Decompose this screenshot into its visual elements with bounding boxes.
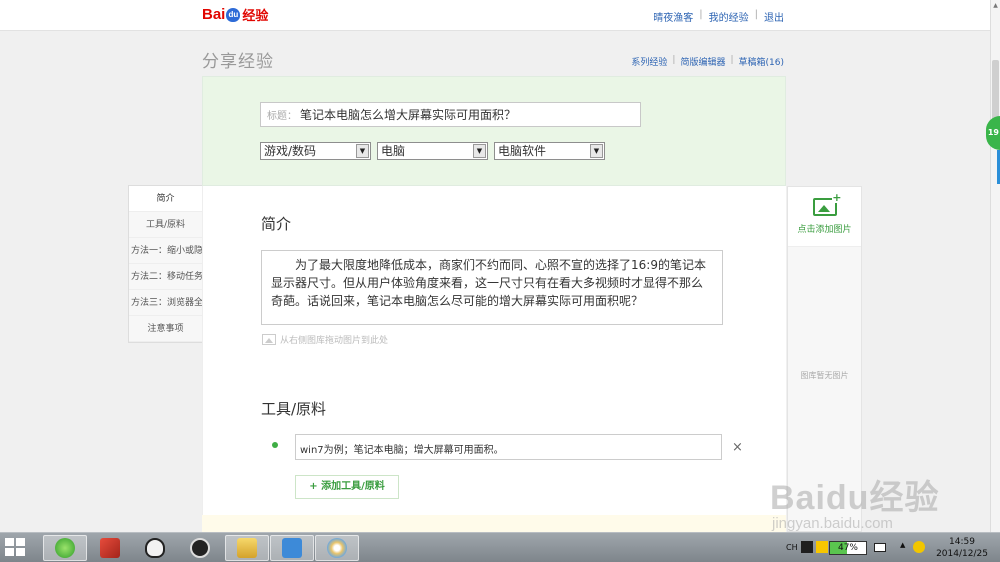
nav-item-notes[interactable]: 注意事项: [129, 316, 202, 342]
show-hidden-icons-icon[interactable]: ▲: [900, 541, 912, 553]
start-button[interactable]: [5, 538, 27, 558]
nav-item-method-2[interactable]: 方法二：移动任务: [129, 264, 202, 290]
mail-icon: [282, 538, 302, 558]
section-nav: 简介 工具/原料 方法一：缩小或隐 方法二：移动任务 方法三：浏览器全 注意事项: [128, 185, 202, 343]
user-links: 晴夜渔客 | 我的经验 | 退出: [653, 9, 784, 24]
dropdown-arrow-icon: ▼: [590, 144, 603, 158]
divider: |: [730, 55, 734, 65]
battery-percent: 47%: [837, 543, 858, 553]
alien-icon: [190, 538, 210, 558]
divider: |: [672, 55, 676, 65]
intro-heading: 简介: [261, 215, 292, 233]
watermark: Baidu经验 jingyan.baidu.com: [770, 470, 939, 532]
intro-textarea[interactable]: 为了最大限度地降低成本，商家们不约而同、心照不宣的选择了16:9的笔记本显示器尺…: [261, 250, 723, 325]
series-jingyan-link[interactable]: 系列经验: [631, 55, 667, 68]
divider: |: [754, 9, 758, 20]
logo-jingyan: 经验: [242, 8, 269, 23]
logo-bai: Bai: [202, 6, 226, 23]
top-bar: Bai du 经验 晴夜渔客 | 我的经验 | 退出: [0, 0, 990, 31]
side-badge[interactable]: 19: [986, 116, 1000, 150]
divider: |: [699, 9, 703, 20]
drag-image-tip: 从右侧图库拖动图片到此处: [262, 333, 388, 346]
select-value: 电脑: [381, 144, 406, 158]
windows-logo-icon: [16, 548, 25, 556]
paint-icon: [327, 538, 347, 558]
drag-tip-text: 从右侧图库拖动图片到此处: [280, 336, 389, 346]
scroll-up-icon[interactable]: ▲: [992, 2, 999, 10]
input-language[interactable]: CH: [786, 543, 798, 552]
nav-item-tools[interactable]: 工具/原料: [129, 212, 202, 238]
folder-icon: [237, 538, 257, 558]
simple-editor-link[interactable]: 简版编辑器: [680, 55, 725, 68]
network-icon[interactable]: [913, 541, 925, 553]
add-tool-button[interactable]: + 添加工具/原料: [295, 475, 399, 499]
taskbar-app-mail[interactable]: [270, 535, 314, 561]
scrollbar-thumb[interactable]: [992, 60, 999, 120]
nav-item-intro[interactable]: 简介: [129, 186, 202, 212]
windows-logo-icon: [5, 548, 14, 556]
editor-panel: [202, 186, 786, 526]
title-input[interactable]: 标题： 笔记本电脑怎么增大屏幕实际可用面积？: [260, 102, 641, 127]
select-value: 电脑软件: [498, 144, 547, 158]
tray-app-icon[interactable]: [801, 541, 813, 553]
battery-icon[interactable]: [874, 543, 886, 552]
plus-icon: +: [832, 191, 842, 204]
browser-icon: [55, 538, 75, 558]
category-select-1[interactable]: 游戏/数码 ▼: [260, 142, 371, 160]
bullet-dot-icon: [272, 442, 278, 448]
username-link[interactable]: 晴夜渔客: [653, 9, 693, 24]
clock-time: 14:59: [949, 537, 975, 547]
my-jingyan-link[interactable]: 我的经验: [709, 9, 749, 24]
taskbar-app-toolbox[interactable]: [88, 535, 132, 561]
taskbar-app-fox[interactable]: [133, 535, 177, 561]
tool-input[interactable]: win7为例；笔记本电脑；增大屏幕可用面积。: [295, 434, 722, 460]
battery-indicator[interactable]: 47%: [829, 541, 867, 555]
page-title: 分享经验: [202, 52, 274, 72]
dropdown-arrow-icon: ▼: [356, 144, 369, 158]
nav-item-method-3[interactable]: 方法三：浏览器全: [129, 290, 202, 316]
editor-links: 系列经验 | 简版编辑器 | 草稿箱(16): [631, 55, 784, 68]
category-select-3[interactable]: 电脑软件 ▼: [494, 142, 605, 160]
remove-tool-icon[interactable]: ×: [732, 440, 743, 455]
watermark-logo: Baidu经验: [770, 479, 940, 517]
windows-taskbar: CH 47% ▲ 14:59 2014/12/25: [0, 532, 1000, 562]
taskbar-app-paint[interactable]: [315, 535, 359, 561]
add-image-icon: +: [812, 192, 842, 216]
taskbar-app-explorer[interactable]: [225, 535, 269, 561]
taskbar-app-alien[interactable]: [178, 535, 222, 561]
title-value: 笔记本电脑怎么增大屏幕实际可用面积？: [300, 108, 517, 122]
taskbar-app-browser[interactable]: [43, 535, 87, 561]
image-icon: [262, 334, 276, 345]
tools-heading: 工具/原料: [261, 400, 327, 418]
vertical-scrollbar[interactable]: ▲: [990, 0, 1000, 532]
category-select-2[interactable]: 电脑 ▼: [377, 142, 488, 160]
baidu-jingyan-logo[interactable]: Bai du 经验: [202, 5, 268, 24]
title-panel: [202, 76, 786, 186]
system-clock[interactable]: 14:59 2014/12/25: [930, 536, 994, 560]
windows-logo-icon: [16, 538, 25, 546]
add-image-button[interactable]: + 点击添加图片: [788, 187, 861, 247]
add-image-label: 点击添加图片: [797, 225, 852, 235]
windows-logo-icon: [5, 538, 14, 546]
next-section-strip: [202, 515, 786, 532]
logout-link[interactable]: 退出: [764, 9, 784, 24]
tray-arrow-icon[interactable]: [816, 541, 828, 553]
drafts-link[interactable]: 草稿箱(16): [739, 55, 784, 68]
select-value: 游戏/数码: [264, 144, 317, 158]
nav-item-method-1[interactable]: 方法一：缩小或隐: [129, 238, 202, 264]
image-library-empty: 图库暂无图片: [800, 371, 849, 380]
paw-icon: du: [226, 7, 241, 22]
title-prefix: 标题：: [267, 111, 297, 122]
fox-icon: [145, 538, 165, 558]
clock-date: 2014/12/25: [936, 549, 988, 559]
dropdown-arrow-icon: ▼: [473, 144, 486, 158]
toolbox-icon: [100, 538, 120, 558]
